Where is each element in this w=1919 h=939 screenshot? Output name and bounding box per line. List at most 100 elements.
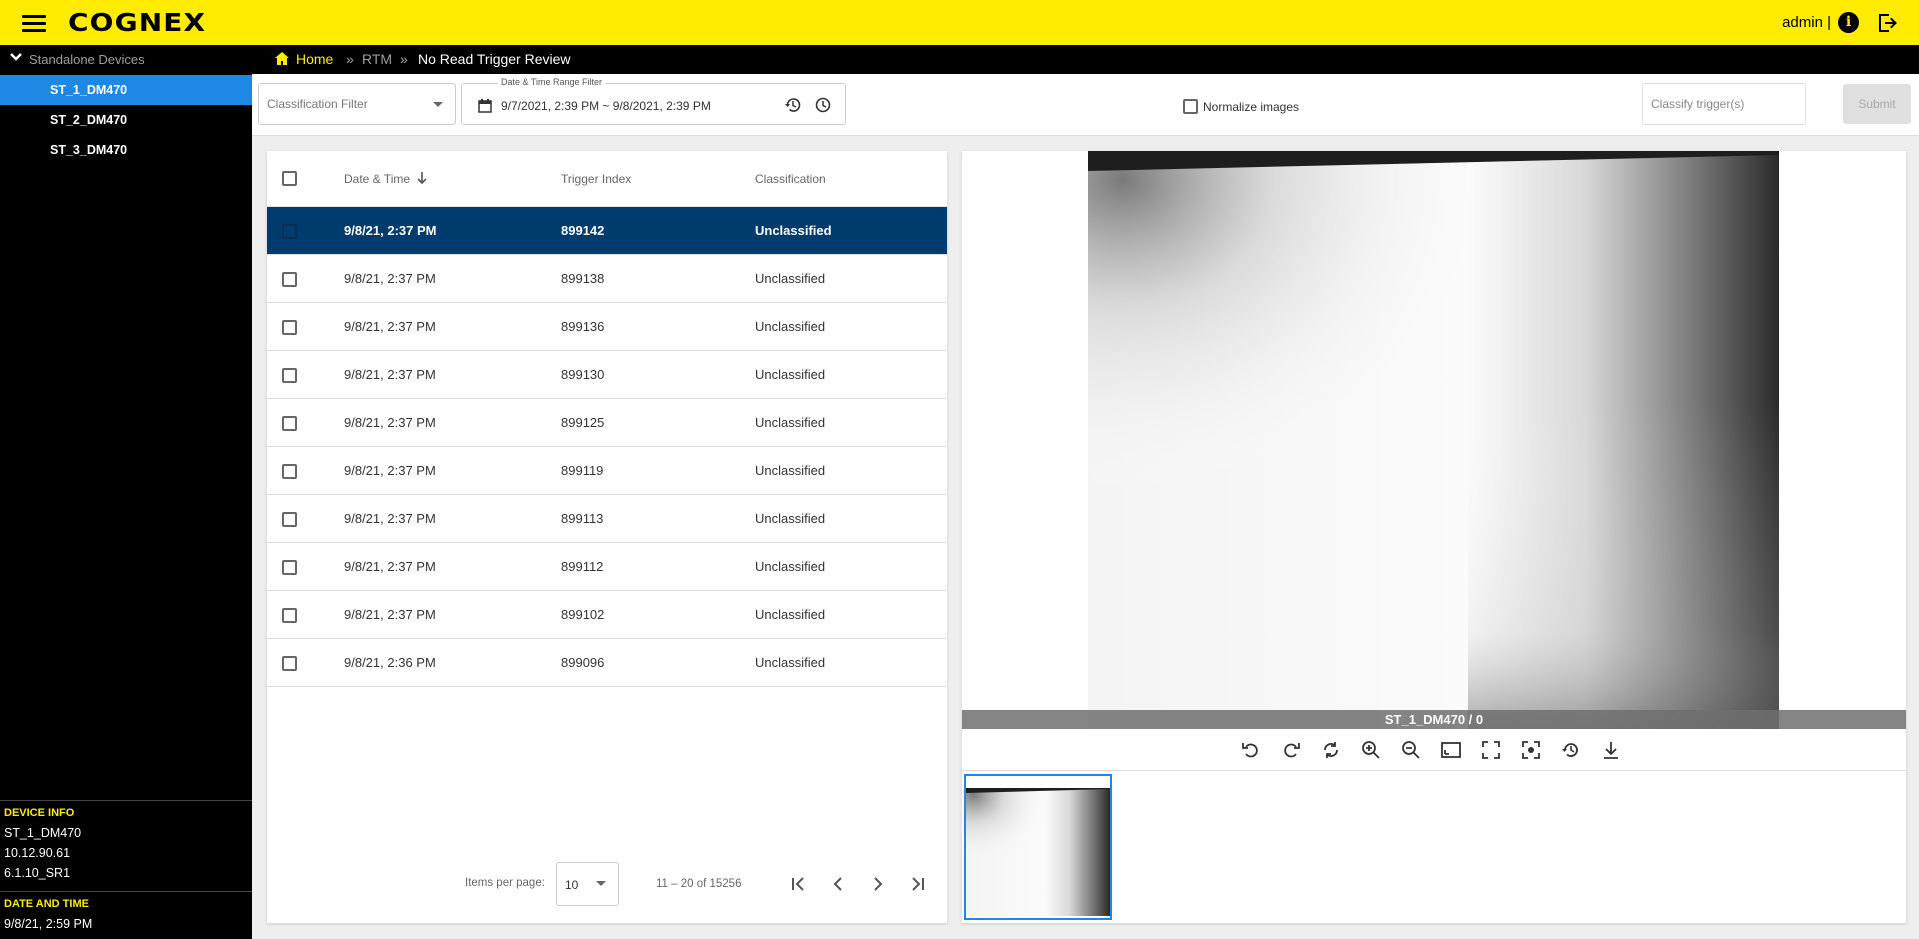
device-info-heading: DEVICE INFO — [4, 807, 75, 819]
row-checkbox[interactable] — [282, 464, 297, 480]
row-checkbox[interactable] — [282, 560, 297, 576]
device-group-header[interactable]: Standalone Devices — [0, 45, 252, 74]
page-size-select[interactable]: 10 — [556, 862, 619, 906]
row-classification: Unclassified — [755, 319, 826, 334]
row-checkbox[interactable] — [282, 512, 297, 528]
row-checkbox[interactable] — [282, 224, 297, 240]
column-header-trigger-index[interactable]: Trigger Index — [561, 172, 631, 186]
reset-icon[interactable] — [1560, 739, 1582, 761]
classification-filter-select[interactable]: Classification Filter — [258, 83, 456, 125]
table-row[interactable]: 9/8/21, 2:37 PM 899112 Unclassified — [267, 543, 947, 591]
table-row[interactable]: 9/8/21, 2:37 PM 899113 Unclassified — [267, 495, 947, 543]
date-range-value[interactable]: 9/7/2021, 2:39 PM ~ 9/8/2021, 2:39 PM — [501, 99, 711, 113]
table-row[interactable]: 9/8/21, 2:37 PM 899138 Unclassified — [267, 255, 947, 303]
date-range-label: Date & Time Range Filter — [498, 77, 606, 87]
dropdown-arrow-icon — [596, 881, 606, 886]
fit-screen-icon[interactable] — [1440, 739, 1462, 761]
row-trigger-index: 899130 — [561, 367, 605, 382]
row-datetime: 9/8/21, 2:37 PM — [344, 559, 436, 574]
classify-triggers-input[interactable] — [1642, 83, 1806, 125]
thumbnail-item[interactable] — [964, 774, 1112, 920]
submit-button[interactable]: Submit — [1843, 84, 1911, 124]
chevron-down-icon — [10, 53, 22, 61]
zoom-in-icon[interactable] — [1360, 739, 1382, 761]
device-info-ip: 10.12.90.61 — [4, 846, 71, 860]
row-classification: Unclassified — [755, 511, 826, 526]
thumbnail-image[interactable] — [966, 788, 1110, 916]
calendar-icon[interactable] — [478, 99, 492, 113]
menu-icon[interactable] — [22, 12, 46, 34]
column-header-classification[interactable]: Classification — [755, 172, 826, 186]
zoom-out-icon[interactable] — [1400, 739, 1422, 761]
row-trigger-index: 899138 — [561, 271, 605, 286]
table-row[interactable]: 9/8/21, 2:37 PM 899136 Unclassified — [267, 303, 947, 351]
row-datetime: 9/8/21, 2:36 PM — [344, 655, 436, 670]
center-focus-icon[interactable] — [1520, 739, 1542, 761]
row-trigger-index: 899119 — [561, 463, 604, 478]
table-row[interactable]: 9/8/21, 2:36 PM 899096 Unclassified — [267, 639, 947, 687]
sidebar-item-st3[interactable]: ST_3_DM470 — [0, 135, 252, 165]
items-per-page-label: Items per page: — [465, 877, 545, 889]
paginator: Items per page: 10 11 – 20 of 15256 — [267, 859, 947, 907]
row-checkbox[interactable] — [282, 656, 297, 672]
trigger-image[interactable] — [1088, 151, 1779, 729]
thumbnail-strip — [962, 771, 1906, 923]
row-checkbox[interactable] — [282, 416, 297, 432]
column-header-datetime[interactable]: Date & Time — [344, 172, 410, 186]
date-time-value: 9/8/21, 2:59 PM — [4, 917, 93, 931]
date-range-filter[interactable]: Date & Time Range Filter 9/7/2021, 2:39 … — [461, 77, 846, 125]
date-time-panel: DATE AND TIME 9/8/21, 2:59 PM — [0, 891, 252, 939]
image-viewport[interactable]: ST_1_DM470 / 0 — [962, 151, 1906, 729]
device-info-name: ST_1_DM470 — [4, 826, 82, 840]
previous-page-icon[interactable] — [827, 873, 849, 895]
sidebar-item-st1[interactable]: ST_1_DM470 — [0, 75, 252, 105]
row-trigger-index: 899096 — [561, 655, 605, 670]
row-checkbox[interactable] — [282, 272, 297, 288]
table-row[interactable]: 9/8/21, 2:37 PM 899142 Unclassified — [267, 207, 947, 255]
row-classification: Unclassified — [755, 463, 826, 478]
page-size-value: 10 — [565, 878, 579, 892]
dropdown-arrow-icon — [433, 102, 443, 107]
image-toolbar — [962, 729, 1906, 771]
last-page-icon[interactable] — [907, 873, 929, 895]
rotate-left-icon[interactable] — [1240, 739, 1262, 761]
page-range-label: 11 – 20 of 15256 — [656, 878, 742, 890]
rotate-right-icon[interactable] — [1280, 739, 1302, 761]
row-checkbox[interactable] — [282, 320, 297, 336]
row-classification: Unclassified — [755, 607, 826, 622]
fullscreen-icon[interactable] — [1480, 739, 1502, 761]
row-trigger-index: 899112 — [561, 559, 604, 574]
flip-icon[interactable] — [1320, 739, 1342, 761]
table-row[interactable]: 9/8/21, 2:37 PM 899130 Unclassified — [267, 351, 947, 399]
table-row[interactable]: 9/8/21, 2:37 PM 899119 Unclassified — [267, 447, 947, 495]
select-all-checkbox[interactable] — [282, 171, 297, 187]
sidebar-item-st2[interactable]: ST_2_DM470 — [0, 105, 252, 135]
sidebar: Standalone Devices ST_1_DM470 ST_2_DM470… — [0, 45, 252, 939]
sort-down-icon[interactable] — [416, 171, 428, 185]
home-icon[interactable] — [274, 51, 290, 66]
first-page-icon[interactable] — [787, 873, 809, 895]
normalize-images-label: Normalize images — [1203, 99, 1300, 114]
info-icon[interactable]: i — [1838, 12, 1859, 33]
breadcrumb: Home » RTM » No Read Trigger Review — [252, 45, 1919, 74]
breadcrumb-home[interactable]: Home — [296, 51, 333, 67]
row-checkbox[interactable] — [282, 608, 297, 624]
checkbox[interactable] — [1183, 99, 1198, 115]
device-info-panel: DEVICE INFO ST_1_DM470 10.12.90.61 6.1.1… — [0, 800, 252, 889]
download-icon[interactable] — [1600, 739, 1622, 761]
row-classification: Unclassified — [755, 415, 826, 430]
normalize-images-checkbox[interactable]: Normalize images — [1183, 98, 1299, 116]
breadcrumb-rtm[interactable]: RTM — [362, 51, 392, 67]
row-datetime: 9/8/21, 2:37 PM — [344, 415, 436, 430]
row-datetime: 9/8/21, 2:37 PM — [344, 223, 437, 238]
row-checkbox[interactable] — [282, 368, 297, 384]
next-page-icon[interactable] — [867, 873, 889, 895]
history-icon[interactable] — [784, 96, 802, 114]
row-trigger-index: 899136 — [561, 319, 605, 334]
row-datetime: 9/8/21, 2:37 PM — [344, 271, 436, 286]
clock-icon[interactable] — [814, 96, 832, 114]
table-row[interactable]: 9/8/21, 2:37 PM 899102 Unclassified — [267, 591, 947, 639]
user-name[interactable]: admin | — [1782, 14, 1831, 31]
table-row[interactable]: 9/8/21, 2:37 PM 899125 Unclassified — [267, 399, 947, 447]
logout-icon[interactable] — [1875, 11, 1899, 35]
